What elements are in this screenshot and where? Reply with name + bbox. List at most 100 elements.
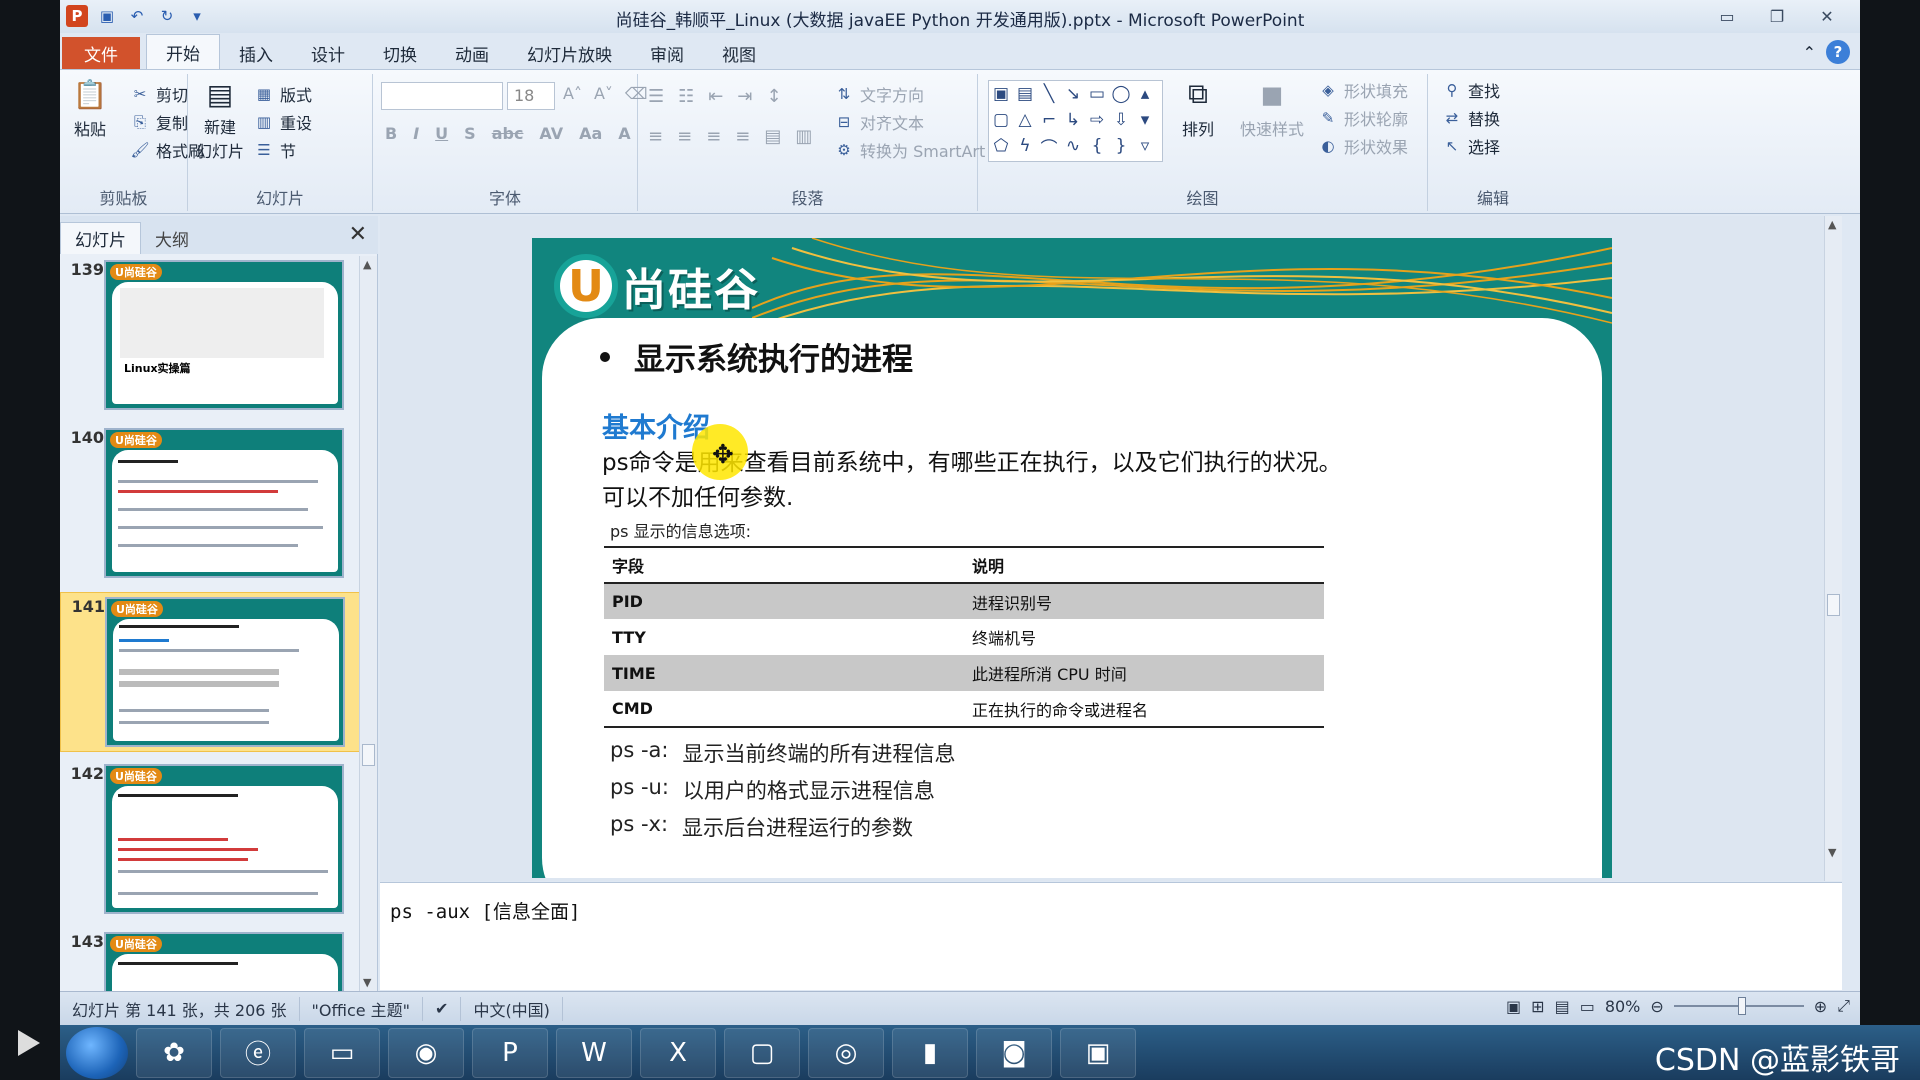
vertical-textbox-shape-icon[interactable]: ▤ [1013, 81, 1037, 107]
tab-review[interactable]: 审阅 [631, 37, 703, 69]
taskbar-app3-icon[interactable]: ◎ [808, 1027, 884, 1078]
italic-icon[interactable]: I [413, 124, 419, 143]
smartart-button[interactable]: ⚙ 转换为 SmartArt [834, 138, 985, 162]
taskbar-powerpoint-icon[interactable]: P [472, 1027, 548, 1078]
elbow-connector-shape-icon[interactable]: ⌐ [1037, 107, 1061, 133]
scroll-down-icon[interactable]: ▼ [1828, 846, 1836, 859]
replace-button[interactable]: ⇄ 替换 [1442, 106, 1500, 130]
tab-animations[interactable]: 动画 [436, 37, 508, 69]
increase-indent-icon[interactable]: ⇥ [737, 86, 752, 107]
thumbnail-142[interactable]: 142 U尚硅谷 [60, 760, 360, 920]
font-color-icon[interactable]: A [618, 124, 630, 143]
arrow-line-shape-icon[interactable]: ↘ [1061, 81, 1085, 107]
notes-text[interactable]: ps -aux [信息全面] [390, 897, 580, 924]
arc-shape-icon[interactable]: ⌒ [1037, 133, 1061, 159]
tab-file[interactable]: 文件 [62, 37, 140, 69]
tab-outline-panel[interactable]: 大纲 [141, 222, 203, 254]
layout-button[interactable]: ▦ 版式 [254, 82, 312, 106]
gallery-down-icon[interactable]: ▾ [1133, 107, 1157, 133]
restore-icon[interactable]: ❐ [1752, 2, 1802, 30]
gallery-up-icon[interactable]: ▴ [1133, 81, 1157, 107]
new-slide-button[interactable]: ▤ 新建 幻灯片 [196, 74, 244, 162]
arrange-button[interactable]: ⧉ 排列 [1178, 74, 1218, 140]
tab-slideshow[interactable]: 幻灯片放映 [508, 37, 631, 69]
zoom-in-icon[interactable]: ⊕ [1814, 997, 1827, 1016]
pentagon-shape-icon[interactable]: ⬠ [989, 133, 1013, 159]
shape-fill-button[interactable]: ◈ 形状填充 [1318, 78, 1408, 102]
start-button[interactable] [66, 1026, 128, 1079]
normal-view-icon[interactable]: ▣ [1506, 997, 1521, 1016]
spell-check-icon[interactable]: ✔ [423, 996, 462, 1021]
columns-icon[interactable]: ▥ [795, 126, 812, 147]
thumbnail-143[interactable]: 143 U尚硅谷 [60, 928, 360, 991]
tab-insert[interactable]: 插入 [220, 37, 292, 69]
grow-font-icon[interactable]: A˄ [563, 84, 582, 103]
scroll-down-icon[interactable]: ▼ [363, 976, 371, 989]
textbox-shape-icon[interactable]: ▣ [989, 81, 1013, 107]
paste-button[interactable]: 📋 粘贴 [70, 74, 110, 140]
quick-styles-button[interactable]: ◼ 快速样式 [1240, 74, 1304, 140]
text-direction-button[interactable]: ⇅ 文字方向 [834, 82, 924, 106]
taskbar-app2-icon[interactable]: ▢ [724, 1027, 800, 1078]
notes-pane[interactable]: ps -aux [信息全面] [380, 882, 1842, 990]
right-arrow-shape-icon[interactable]: ⇨ [1085, 107, 1109, 133]
char-spacing-icon[interactable]: AV [539, 124, 563, 143]
scroll-thumb[interactable] [1827, 594, 1840, 616]
font-name-combo[interactable] [381, 82, 503, 110]
thumbnail-140[interactable]: 140 U尚硅谷 [60, 424, 360, 584]
tab-home[interactable]: 开始 [146, 34, 220, 69]
scroll-up-icon[interactable]: ▲ [363, 258, 371, 271]
taskbar-app-icon[interactable]: ✿ [136, 1027, 212, 1078]
bold-icon[interactable]: B [385, 124, 397, 143]
curve-shape-icon[interactable]: ∿ [1061, 133, 1085, 159]
lightning-shape-icon[interactable]: ϟ [1013, 133, 1037, 159]
scroll-up-icon[interactable]: ▲ [1828, 218, 1836, 231]
thumbnail-139[interactable]: 139 U尚硅谷 Linux实操篇 [60, 256, 360, 416]
distributed-icon[interactable]: ▤ [764, 126, 781, 147]
down-arrow-shape-icon[interactable]: ⇩ [1109, 107, 1133, 133]
zoom-slider-handle[interactable] [1737, 997, 1746, 1015]
taskbar-excel-icon[interactable]: X [640, 1027, 716, 1078]
tab-design[interactable]: 设计 [292, 37, 364, 69]
right-brace-shape-icon[interactable]: } [1109, 133, 1133, 159]
select-button[interactable]: ↖ 选择 [1442, 134, 1500, 158]
gallery-more-icon[interactable]: ▿ [1133, 133, 1157, 159]
left-brace-shape-icon[interactable]: { [1085, 133, 1109, 159]
align-center-icon[interactable]: ≡ [677, 126, 692, 147]
rounded-rect-shape-icon[interactable]: ▢ [989, 107, 1013, 133]
cut-button[interactable]: ✂ 剪切 [130, 82, 188, 106]
justify-icon[interactable]: ≡ [735, 126, 750, 147]
line-shape-icon[interactable]: ╲ [1037, 81, 1061, 107]
align-left-icon[interactable]: ≡ [648, 126, 663, 147]
help-icon[interactable]: ? [1826, 40, 1850, 64]
shape-effects-button[interactable]: ◐ 形状效果 [1318, 134, 1408, 158]
shadow-icon[interactable]: S [464, 124, 476, 143]
reading-view-icon[interactable]: ▤ [1555, 997, 1570, 1016]
collapse-ribbon-icon[interactable]: ⌃ [1803, 43, 1816, 62]
play-icon[interactable] [18, 1030, 40, 1056]
copy-button[interactable]: ⎘ 复制 [130, 110, 188, 134]
decrease-indent-icon[interactable]: ⇤ [708, 86, 723, 107]
slideshow-view-icon[interactable]: ▭ [1580, 997, 1595, 1016]
shapes-gallery[interactable]: ▣ ▤ ╲ ↘ ▭ ◯ ▴ ▢ △ ⌐ ↳ ⇨ ⇩ ▾ ⬠ ϟ ⌒ ∿ {} … [988, 80, 1163, 162]
elbow-arrow-shape-icon[interactable]: ↳ [1061, 107, 1085, 133]
theme-name[interactable]: "Office 主题" [300, 996, 424, 1021]
sorter-view-icon[interactable]: ⊞ [1531, 997, 1544, 1016]
taskbar-monitor-icon[interactable]: ▣ [1060, 1027, 1136, 1078]
slide-scrollbar[interactable]: ▲ ▼ [1824, 216, 1842, 881]
scroll-thumb[interactable] [362, 744, 375, 766]
strikethrough-icon[interactable]: abc [492, 124, 524, 143]
triangle-shape-icon[interactable]: △ [1013, 107, 1037, 133]
tab-slides-panel[interactable]: 幻灯片 [60, 222, 141, 254]
zoom-out-icon[interactable]: ⊖ [1650, 997, 1663, 1016]
line-spacing-icon[interactable]: ↕ [766, 86, 781, 107]
zoom-slider[interactable] [1673, 997, 1804, 1015]
taskbar-terminal-icon[interactable]: ▮ [892, 1027, 968, 1078]
zoom-level[interactable]: 80% [1605, 997, 1641, 1016]
language[interactable]: 中文(中国) [461, 996, 563, 1021]
minimize-icon[interactable]: ▭ [1702, 2, 1752, 30]
tab-view[interactable]: 视图 [703, 37, 775, 69]
taskbar-folder-icon[interactable]: ▭ [304, 1027, 380, 1078]
current-slide[interactable]: U 尚硅谷 显示系统执行的进程 基本介绍 ps命令是用来查看目前系统中，有哪些正… [532, 238, 1612, 878]
section-button[interactable]: ☰ 节 [254, 138, 296, 162]
